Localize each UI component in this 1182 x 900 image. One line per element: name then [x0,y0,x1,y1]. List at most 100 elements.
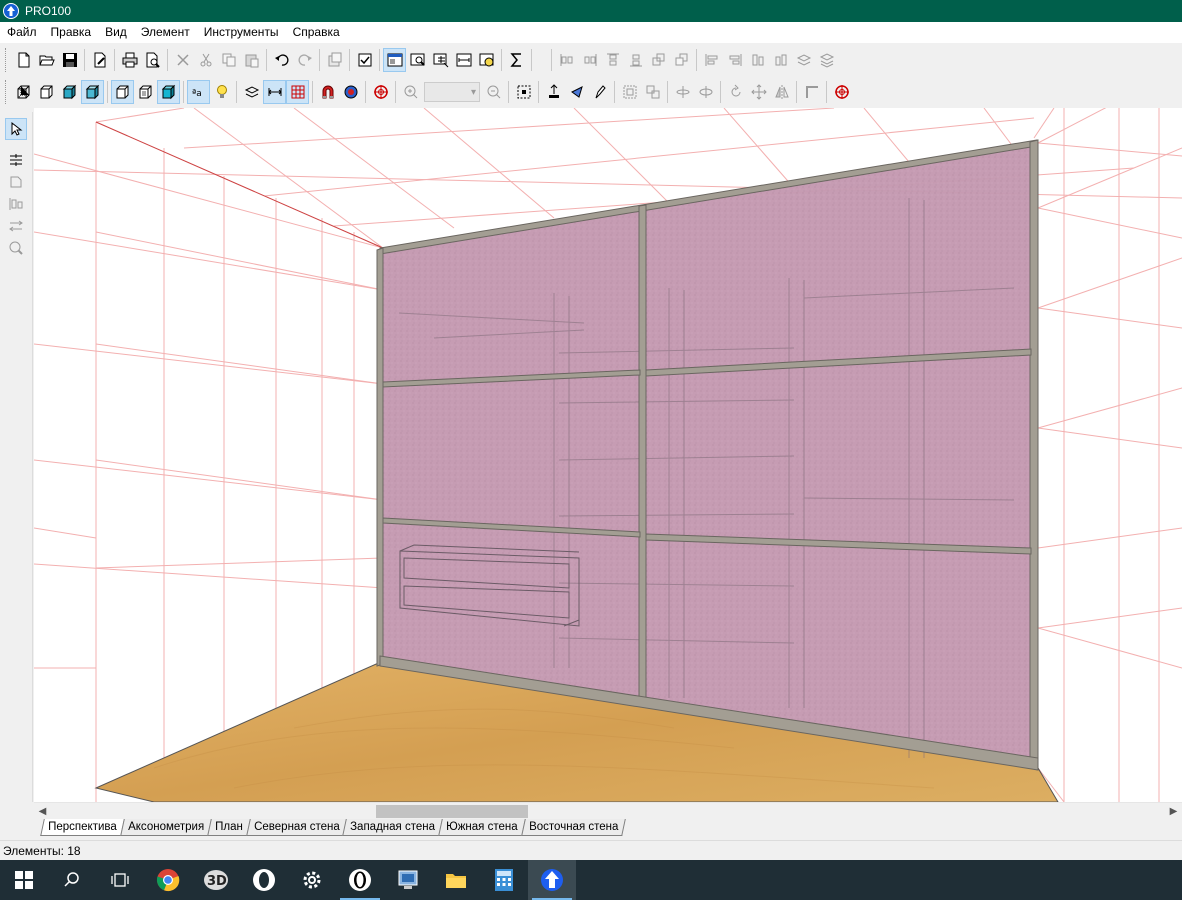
pro100-taskbar-icon[interactable] [528,860,576,900]
grid-window-icon[interactable] [429,48,452,72]
shape-icon[interactable] [5,171,27,193]
align-front-icon[interactable] [670,48,693,72]
move-icon[interactable] [747,80,770,104]
save-icon[interactable] [58,48,81,72]
tab-plan[interactable]: План [206,819,251,836]
zoom-window-icon[interactable] [406,48,429,72]
move-pointer-icon[interactable] [565,80,588,104]
tab-west-wall[interactable]: Западная стена [342,819,443,836]
collision-icon[interactable] [339,80,362,104]
same-width-icon[interactable] [746,48,769,72]
view-mode-1-icon[interactable] [111,80,134,104]
labels-icon[interactable]: ªa [187,80,210,104]
3d-viewport[interactable] [34,108,1182,802]
file-explorer-icon[interactable] [432,860,480,900]
align-back-icon[interactable] [647,48,670,72]
window-layout-icon[interactable] [383,48,406,72]
align-right-icon[interactable] [578,48,601,72]
align-top-icon[interactable] [601,48,624,72]
split-icon[interactable] [5,149,27,171]
distribute-vertical-icon[interactable] [723,48,746,72]
library-icon[interactable] [323,48,346,72]
view-mode-2-icon[interactable] [134,80,157,104]
snap-object-icon[interactable] [240,80,263,104]
tab-north-wall[interactable]: Северная стена [245,819,347,836]
dimensions-icon[interactable] [263,80,286,104]
rotate-x-icon[interactable] [671,80,694,104]
align-bottom-icon[interactable] [624,48,647,72]
dimension-window-icon[interactable] [452,48,475,72]
open-file-icon[interactable] [35,48,58,72]
horizontal-scrollbar[interactable]: ◀ ▶ [34,802,1182,819]
mirror-icon[interactable] [770,80,793,104]
tab-axonometry[interactable]: Аксонометрия [119,819,212,836]
properties-icon[interactable] [88,48,111,72]
zoom-tool-icon[interactable] [5,237,27,259]
distribute-horizontal-icon[interactable] [700,48,723,72]
rotate-icon[interactable] [724,80,747,104]
menu-edit[interactable]: Правка [44,22,99,43]
group-icon[interactable] [618,80,641,104]
scroll-right-icon[interactable]: ▶ [1165,803,1182,820]
chrome-icon[interactable] [144,860,192,900]
info-window-icon[interactable] [475,48,498,72]
align-left-icon[interactable] [555,48,578,72]
corner-icon[interactable] [800,80,823,104]
target-icon[interactable] [369,80,392,104]
wireframe-cube-icon[interactable] [12,80,35,104]
network-app-icon[interactable] [384,860,432,900]
grid-icon[interactable] [286,80,309,104]
toolbar-grip[interactable] [5,80,9,104]
magnet-icon[interactable] [316,80,339,104]
ungroup-icon[interactable] [641,80,664,104]
same-height-icon[interactable] [769,48,792,72]
target-center-icon[interactable] [830,80,853,104]
scroll-thumb[interactable] [376,805,528,818]
search-icon[interactable] [48,860,96,900]
paste-icon[interactable] [240,48,263,72]
menu-element[interactable]: Элемент [134,22,197,43]
pen-icon[interactable] [588,80,611,104]
zoom-in-icon[interactable] [399,80,422,104]
cut-icon[interactable] [194,48,217,72]
select-pointer-icon[interactable] [5,118,27,140]
zoom-combo[interactable]: ▾ [424,82,480,102]
stack-icon[interactable] [792,48,815,72]
sum-icon[interactable] [505,48,528,72]
redo-icon[interactable] [293,48,316,72]
select-all-icon[interactable] [512,80,535,104]
undo-icon[interactable] [270,48,293,72]
calculator-icon[interactable] [480,860,528,900]
menu-file[interactable]: Файл [0,22,44,43]
opera-icon[interactable] [240,860,288,900]
hidden-cube-icon[interactable] [35,80,58,104]
new-file-icon[interactable] [12,48,35,72]
3d-app-icon[interactable]: 3D [192,860,240,900]
tab-south-wall[interactable]: Южная стена [438,819,526,836]
tab-perspective[interactable]: Перспектива [40,819,125,836]
view-mode-3-icon[interactable] [157,80,180,104]
textured-cube-icon[interactable] [81,80,104,104]
settings-icon[interactable] [288,860,336,900]
rotate-y-icon[interactable] [694,80,717,104]
zoom-out-icon[interactable] [482,80,505,104]
print-preview-icon[interactable] [141,48,164,72]
task-view-icon[interactable] [96,860,144,900]
delete-icon[interactable] [171,48,194,72]
scroll-left-icon[interactable]: ◀ [34,803,51,820]
align-tool-icon[interactable] [5,193,27,215]
opera-gx-icon[interactable] [336,860,384,900]
print-icon[interactable] [118,48,141,72]
stack-alt-icon[interactable] [815,48,838,72]
menu-tools[interactable]: Инструменты [197,22,286,43]
menu-view[interactable]: Вид [98,22,134,43]
tab-east-wall[interactable]: Восточная стена [520,819,626,836]
menu-help[interactable]: Справка [286,22,347,43]
checklist-icon[interactable] [353,48,376,72]
copy-icon[interactable] [217,48,240,72]
light-bulb-icon[interactable] [210,80,233,104]
windows-start-icon[interactable] [0,860,48,900]
distribute-tool-icon[interactable] [5,215,27,237]
shaded-cube-icon[interactable] [58,80,81,104]
toolbar-grip[interactable] [5,48,9,72]
